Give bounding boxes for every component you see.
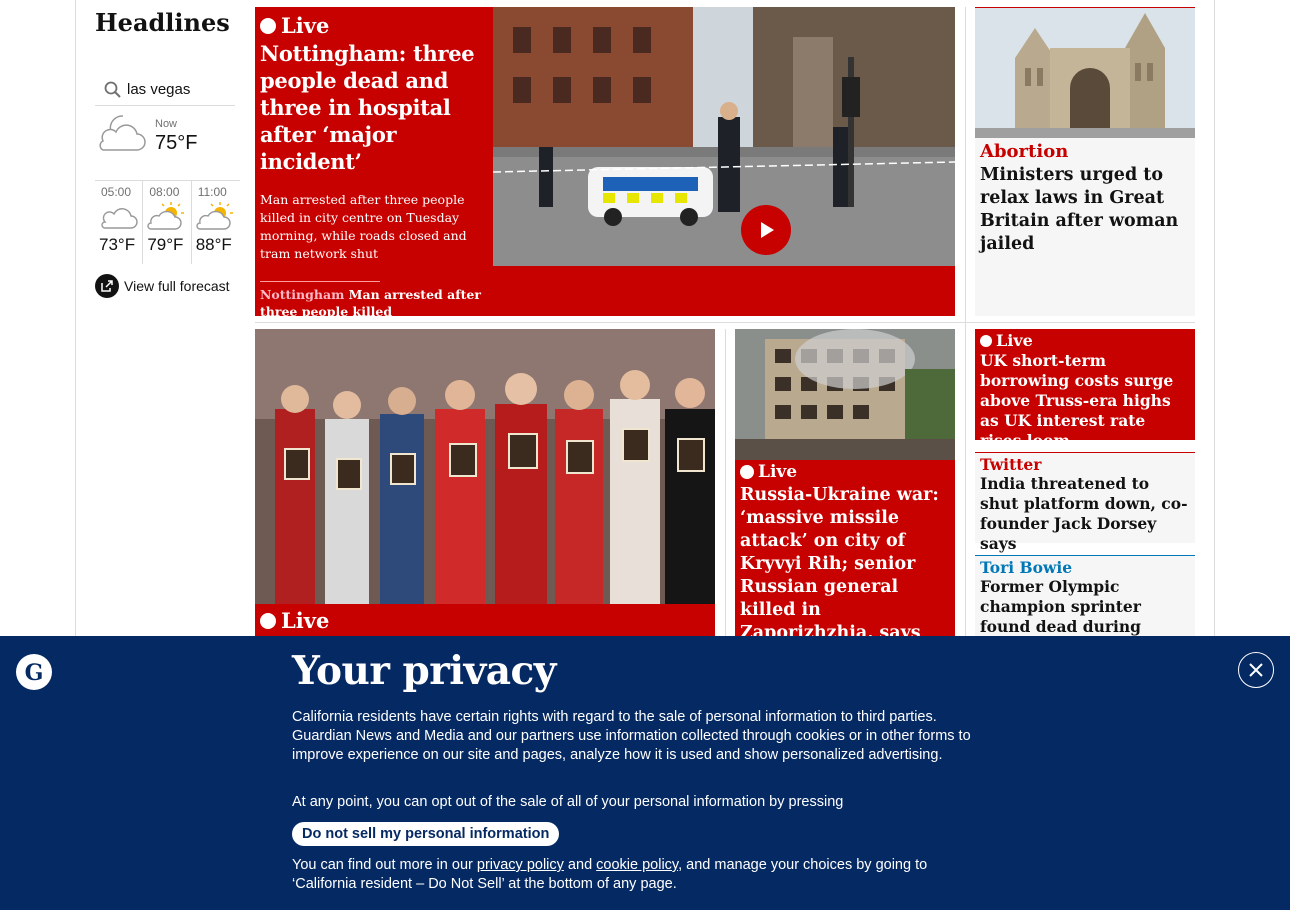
- column-divider: [725, 329, 726, 649]
- privacy-paragraph: California residents have certain rights…: [292, 709, 971, 763]
- privacy-paragraph: At any point, you can opt out of the sal…: [292, 794, 844, 810]
- column-divider: [965, 7, 966, 647]
- story-image: [735, 329, 955, 460]
- cookie-policy-link[interactable]: cookie policy: [596, 857, 678, 873]
- guardian-logo-icon: G: [16, 654, 52, 690]
- live-dot-icon: [740, 465, 754, 479]
- full-forecast-label: View full forecast: [124, 278, 230, 294]
- sublink-divider: [260, 281, 380, 282]
- live-label: Live: [758, 462, 798, 482]
- close-icon: [1249, 663, 1263, 677]
- twitter-story-card[interactable]: Twitter India threatened to shut platfor…: [975, 452, 1195, 553]
- do-not-sell-button[interactable]: Do not sell my personal information: [292, 822, 560, 846]
- live-badge: Live: [735, 460, 955, 482]
- lead-story-card[interactable]: Live Nottingham: three people dead and t…: [255, 7, 955, 319]
- story-kicker: Tori Bowie: [980, 558, 1073, 577]
- story-headline[interactable]: India threatened to shut platform down, …: [980, 474, 1190, 554]
- cloud-icon: [101, 208, 138, 229]
- lead-standfirst: Man arrested after three people killed i…: [260, 192, 467, 261]
- live-label: Live: [281, 608, 330, 633]
- now-label: Now: [155, 118, 178, 130]
- live-badge: Live: [980, 331, 1190, 350]
- forecast-item: 05:00 73°F: [95, 181, 144, 264]
- memorial-story-card[interactable]: Live: [255, 329, 715, 649]
- play-icon: [761, 222, 774, 238]
- svg-text:G: G: [25, 660, 44, 686]
- privacy-banner: G Your privacy California residents have…: [0, 636, 1290, 910]
- play-video-button[interactable]: [741, 205, 791, 255]
- lead-headline[interactable]: Nottingham: three people dead and three …: [260, 40, 488, 175]
- external-link-icon: [95, 274, 119, 298]
- weather-now: Now 75°F: [95, 108, 235, 178]
- search-icon: [104, 81, 121, 98]
- story-kicker: Abortion: [980, 141, 1069, 162]
- hourly-forecast: 05:00 73°F 08:00 79°F 11:00 88°F: [95, 180, 240, 264]
- live-label: Live: [281, 13, 330, 38]
- privacy-text: and: [563, 857, 597, 873]
- privacy-paragraph: You can find out more in our privacy pol…: [292, 856, 982, 894]
- now-temperature: 75°F: [155, 132, 198, 154]
- lead-story-text: Live Nottingham: three people dead and t…: [255, 7, 493, 319]
- story-headline[interactable]: UK short-term borrowing costs surge abov…: [980, 351, 1190, 451]
- ukraine-story-card[interactable]: Live Russia-Ukraine war: ‘massive missil…: [735, 329, 955, 666]
- story-headline[interactable]: Ministers urged to relax laws in Great B…: [975, 162, 1195, 258]
- live-badge: Live: [260, 13, 488, 38]
- live-badge: Live: [255, 604, 715, 637]
- live-dot-icon: [980, 334, 992, 347]
- borrowing-story-card[interactable]: Live UK short-term borrowing costs surge…: [975, 329, 1195, 450]
- view-full-forecast-link[interactable]: View full forecast: [95, 274, 230, 298]
- story-image: [975, 8, 1195, 138]
- abortion-story-card[interactable]: Abortion Ministers urged to relax laws i…: [975, 7, 1195, 316]
- weather-location-search[interactable]: las vegas: [95, 74, 235, 106]
- forecast-temp: 88°F: [195, 235, 232, 254]
- lead-sublink[interactable]: Nottingham Man arrested after three peop…: [260, 286, 488, 320]
- forecast-item: 11:00 88°F: [192, 181, 240, 264]
- forecast-time: 05:00: [101, 185, 132, 199]
- lead-story-image[interactable]: [493, 7, 955, 266]
- tori-bowie-story-card[interactable]: Tori Bowie Former Olympic champion sprin…: [975, 555, 1195, 656]
- forecast-temp: 73°F: [99, 235, 136, 254]
- forecast-time: 11:00: [197, 185, 227, 199]
- forecast-item: 08:00 79°F: [143, 181, 192, 264]
- cloud-icon: [99, 115, 146, 151]
- close-banner-button[interactable]: [1238, 652, 1274, 688]
- section-title: Headlines: [95, 8, 230, 37]
- live-label: Live: [996, 331, 1033, 350]
- location-text: las vegas: [127, 81, 191, 98]
- row-divider: [255, 322, 1195, 323]
- story-kicker: Twitter: [980, 455, 1042, 474]
- live-dot-icon: [260, 17, 276, 34]
- forecast-temp: 79°F: [147, 235, 184, 254]
- forecast-time: 08:00: [149, 185, 180, 199]
- privacy-text: You can find out more in our: [292, 857, 477, 873]
- sun-cloud-icon: [196, 202, 233, 230]
- sun-cloud-icon: [147, 202, 185, 230]
- sublink-kicker: Nottingham: [260, 287, 345, 302]
- story-image: [255, 329, 715, 604]
- privacy-title: Your privacy: [292, 648, 556, 694]
- live-dot-icon: [260, 612, 276, 629]
- privacy-policy-link[interactable]: privacy policy: [477, 857, 564, 873]
